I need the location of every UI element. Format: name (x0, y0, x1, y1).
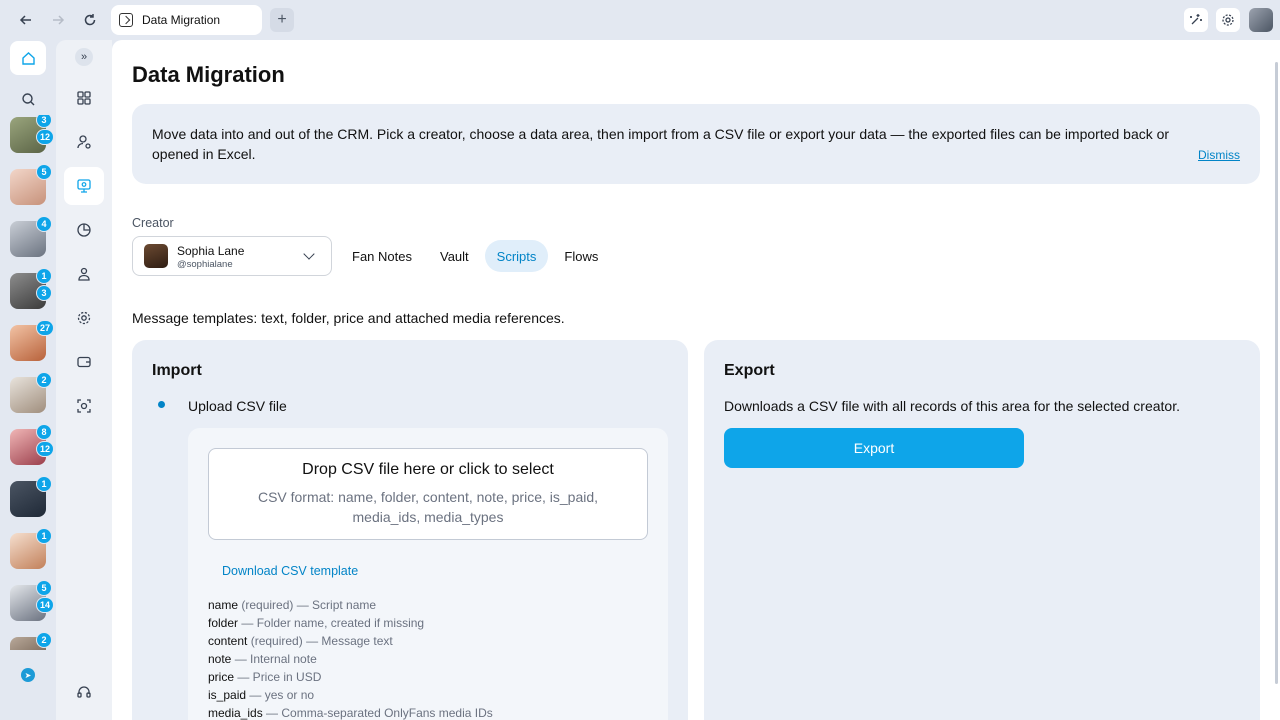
unread-count-badge: 1 (36, 476, 52, 492)
support-headset-icon[interactable] (64, 673, 104, 711)
field-description: (required) — Message text (247, 634, 393, 648)
import-icon (119, 13, 133, 27)
field-list: name (required) — Script name folder — Fo… (208, 596, 493, 720)
tab-vault[interactable]: Vault (428, 240, 481, 272)
unread-count-badge: 2 (36, 372, 52, 388)
settings-icon[interactable] (64, 299, 104, 337)
field-description: — yes or no (246, 688, 315, 702)
export-button[interactable]: Export (724, 428, 1024, 468)
analytics-icon[interactable] (64, 211, 104, 249)
field-description: — Internal note (231, 652, 317, 666)
creator-avatar (144, 244, 168, 268)
field-description: — Folder name, created if missing (238, 616, 425, 630)
telegram-icon[interactable]: ➤ (21, 668, 35, 682)
gear-icon[interactable] (1216, 8, 1240, 32)
unread-count-badge: 3 (36, 115, 52, 128)
info-text: Move data into and out of the CRM. Pick … (152, 126, 1170, 162)
upload-option-label[interactable]: Upload CSV file (188, 398, 287, 414)
unread-count-badge: 8 (36, 424, 52, 440)
team-icon[interactable] (64, 255, 104, 293)
info-banner: Move data into and out of the CRM. Pick … (132, 104, 1260, 184)
unread-count-badge: 14 (36, 597, 55, 613)
tab-flows[interactable]: Flows (552, 240, 610, 272)
home-icon[interactable] (10, 41, 46, 75)
unread-count-badge: 2 (36, 632, 52, 648)
dropzone-format: CSV format: name, folder, content, note,… (257, 489, 599, 525)
dismiss-link[interactable]: Dismiss (1198, 148, 1240, 162)
field-description: — Comma-separated OnlyFans media IDs (262, 706, 493, 720)
creator-select[interactable]: Sophia Lane @sophialane (132, 236, 332, 276)
unread-count-badge: 4 (36, 216, 52, 232)
tab-title: Data Migration (142, 13, 221, 27)
wallet-icon[interactable] (64, 343, 104, 381)
export-panel: Export Downloads a CSV file with all rec… (704, 340, 1260, 720)
creator-label: Creator (132, 216, 174, 230)
field-name: note (208, 652, 232, 666)
dropzone-title: Drop CSV file here or click to select (302, 461, 554, 478)
creator-handle: @sophialane (177, 259, 233, 270)
search-icon[interactable] (16, 87, 40, 111)
import-panel: Import Upload CSV file Drop CSV file her… (132, 340, 688, 720)
chevron-down-icon (303, 248, 315, 260)
tab-scripts[interactable]: Scripts (484, 240, 549, 272)
sparkle-icon[interactable] (1184, 8, 1208, 32)
field-name: name (208, 598, 239, 612)
radio-selected-icon[interactable] (158, 401, 165, 408)
new-tab-button[interactable]: + (270, 8, 294, 32)
unread-count-badge: 1 (36, 268, 52, 284)
creator-rail: 3 12 5 4 1 3 27 2 8 12 1 1 5 14 2 ➤ (0, 40, 56, 720)
upload-card: Drop CSV file here or click to select CS… (188, 428, 668, 720)
unread-count-badge: 12 (36, 441, 55, 457)
field-row: price — Price in USD (208, 668, 493, 686)
browser-toolbar: Data Migration + (0, 0, 1280, 40)
import-title: Import (152, 362, 202, 379)
field-description: — Price in USD (234, 670, 322, 684)
field-name: folder (208, 616, 239, 630)
unread-count-badge: 5 (36, 580, 52, 596)
field-name: content (208, 634, 248, 648)
sidebar-menu: » (56, 40, 112, 720)
field-row: name (required) — Script name (208, 596, 493, 614)
export-description: Downloads a CSV file with all records of… (724, 398, 1180, 414)
tab-fan-notes[interactable]: Fan Notes (340, 240, 424, 272)
field-row: folder — Folder name, created if missing (208, 614, 493, 632)
field-row: media_ids — Comma-separated OnlyFans med… (208, 704, 493, 720)
back-arrow-icon[interactable] (14, 8, 38, 32)
field-row: is_paid — yes or no (208, 686, 493, 704)
creator-avatar-list: 3 12 5 4 1 3 27 2 8 12 1 1 5 14 2 (0, 115, 56, 650)
field-row: note — Internal note (208, 650, 493, 668)
unread-count-badge: 3 (36, 285, 52, 301)
download-template-link[interactable]: Download CSV template (222, 564, 358, 578)
dashboard-icon[interactable] (64, 79, 104, 117)
field-name: is_paid (208, 688, 247, 702)
tab-data-migration[interactable]: Data Migration (111, 5, 262, 35)
forward-arrow-icon[interactable] (46, 8, 70, 32)
reload-icon[interactable] (78, 8, 102, 32)
field-name: media_ids (208, 706, 263, 720)
creator-name: Sophia Lane (177, 244, 245, 258)
unread-count-badge: 1 (36, 528, 52, 544)
data-area-tabs: Fan Notes Vault Scripts Flows (340, 240, 610, 272)
field-row: content (required) — Message text (208, 632, 493, 650)
user-avatar[interactable] (1249, 8, 1273, 32)
user-settings-icon[interactable] (64, 123, 104, 161)
main-content: Data Migration Move data into and out of… (112, 40, 1280, 720)
csv-dropzone[interactable]: Drop CSV file here or click to select CS… (208, 448, 648, 540)
unread-count-badge: 12 (36, 129, 55, 145)
field-description: (required) — Script name (238, 598, 377, 612)
scrollbar[interactable] (1275, 62, 1278, 684)
page-title: Data Migration (132, 62, 285, 87)
unread-count-badge: 5 (36, 164, 52, 180)
unread-count-badge: 27 (36, 320, 55, 336)
area-description: Message templates: text, folder, price a… (132, 310, 565, 326)
export-title: Export (724, 362, 775, 379)
field-name: price (208, 670, 235, 684)
focus-icon[interactable] (64, 387, 104, 425)
expand-sidebar-icon[interactable]: » (75, 48, 93, 66)
data-migration-icon[interactable] (64, 167, 104, 205)
